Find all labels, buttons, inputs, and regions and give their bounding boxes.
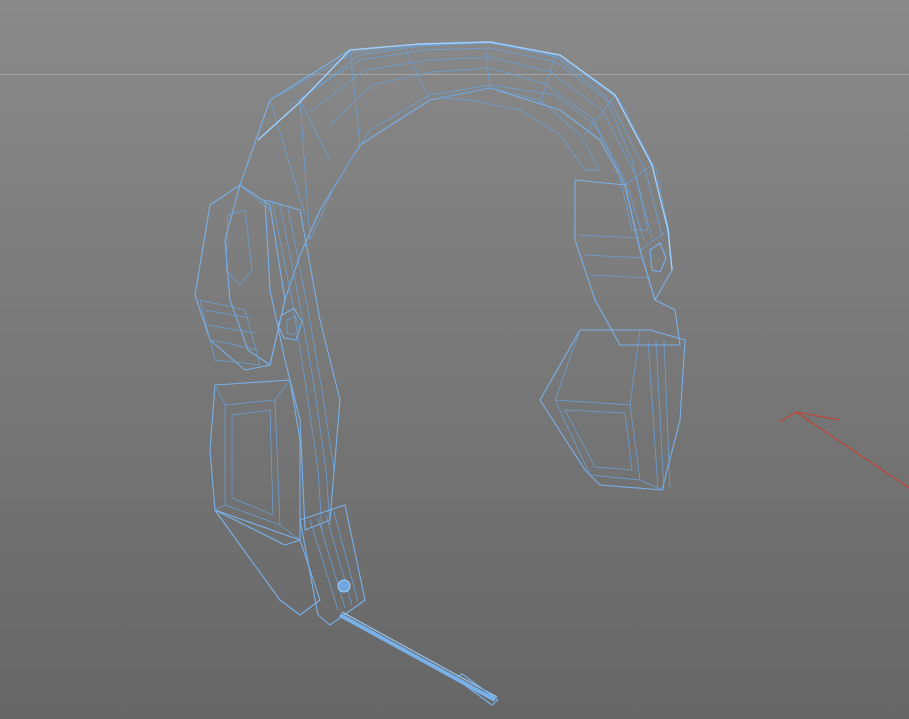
headband[interactable] — [224, 41, 673, 366]
left-arm-outer — [194, 184, 286, 371]
left-slider-arm[interactable] — [194, 184, 341, 531]
left-cup-lower-arm — [214, 509, 321, 616]
headphone-wireframe-model[interactable] — [0, 0, 909, 719]
left-arm-tip — [299, 504, 366, 626]
right-cup-shell — [539, 329, 686, 491]
right-pivot-screw — [649, 242, 667, 273]
headband-inner-shadow — [439, 87, 601, 171]
headband-outer-surface — [224, 41, 673, 366]
axis-gizmo[interactable] — [779, 411, 909, 489]
right-slider-arm[interactable] — [574, 179, 681, 346]
axis-arrowhead — [779, 411, 841, 423]
left-cup-shell — [209, 379, 301, 546]
left-ear-cup[interactable] — [209, 379, 366, 626]
axis-line — [795, 411, 909, 489]
cable-jack — [337, 579, 351, 593]
right-cup-front-face — [554, 399, 641, 481]
3d-viewport[interactable] — [0, 0, 909, 719]
right-ear-cup[interactable] — [539, 329, 686, 491]
headphone-cable[interactable] — [339, 611, 499, 706]
